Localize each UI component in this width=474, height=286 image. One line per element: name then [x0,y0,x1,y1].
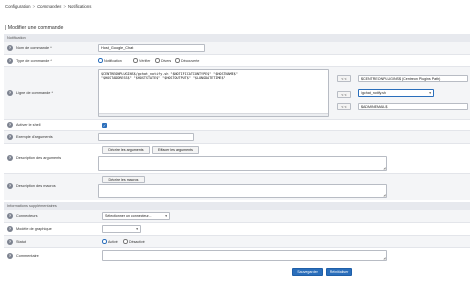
help-icon[interactable]: ? [7,226,13,232]
help-icon[interactable]: ? [7,134,13,140]
comment-label: Commentaire [16,253,39,258]
status-disabled-label: Désactivé [129,239,145,244]
type-misc-radio[interactable] [155,58,160,63]
type-notification-label: Notification [104,58,122,63]
breadcrumb-separator: > [63,4,66,9]
comment-row: ? Commentaire ◢ [4,248,470,263]
help-icon[interactable]: ? [7,45,13,51]
chevron-down-icon: ▾ [429,91,431,95]
macro-select-1[interactable]: $CENTREONPLUGINS$ (Centreon Plugins Path… [358,75,468,82]
breadcrumb-commands[interactable]: Commandes [37,4,61,9]
argument-description-row: ? Description des arguments Décrire les … [4,144,470,173]
help-icon[interactable]: ? [7,122,13,128]
insert-macro-button-3[interactable]: < < [337,103,351,110]
graph-template-select[interactable]: ▾ [102,225,141,233]
help-icon[interactable]: ? [7,183,13,189]
argument-example-row: ? Exemple d'arguments [4,131,470,143]
enable-shell-row: ? Activer le shell ✓ [4,120,470,130]
help-icon[interactable]: ? [7,238,13,245]
command-name-input[interactable]: Host_Google_Chat [98,44,205,52]
chevron-down-icon: ▾ [136,227,138,231]
enable-shell-label: Activer le shell [16,123,41,127]
graph-template-row: ? Modèle de graphique ▾ [4,223,470,235]
macro-description-row: ? Description des macros Décrire les mac… [4,174,470,200]
enable-shell-checkbox[interactable]: ✓ [102,122,107,128]
reset-button[interactable]: Réinitialiser [326,268,352,276]
command-line-text: $CENTREONPLUGINS$/gchat_notify.sh "$NOTI… [101,71,238,81]
clear-arguments-button[interactable]: Effacer les arguments [152,146,199,154]
connectors-select[interactable]: Sélectionner un connecteur... ▾ [102,212,170,220]
argument-example-label: Exemple d'arguments [16,135,53,139]
describe-macros-button[interactable]: Décrire les macros [102,176,145,183]
argument-description-label: Description des arguments [16,156,62,160]
breadcrumb-notifications[interactable]: Notifications [68,4,91,9]
command-type-row: ? Type de commande * Notification Vérifi… [4,55,470,66]
macro-select-1-value: $CENTREONPLUGINS$ (Centreon Plugins Path… [361,77,441,81]
connectors-select-value: Sélectionner un connecteur... [105,214,152,218]
describe-arguments-button[interactable]: Décrire les arguments [102,146,150,154]
resize-handle-icon[interactable]: ◢ [383,166,385,170]
resize-handle-icon[interactable]: ◢ [383,193,385,197]
textarea-scrollbar[interactable] [99,113,328,116]
command-line-textarea[interactable]: $CENTREONPLUGINS$/gchat_notify.sh "$NOTI… [98,69,329,117]
macro-description-textarea[interactable]: ◢ [98,184,387,198]
status-enabled-radio[interactable] [102,239,107,244]
breadcrumb-configuration[interactable]: Configuration [5,4,31,9]
insert-macro-button-1[interactable]: < < [337,75,351,82]
extra-info-section-header: Informations supplémentaires [4,202,470,210]
macro-select-3[interactable]: $ADMINEMAIL$ [358,103,468,110]
help-icon[interactable]: ? [7,213,13,219]
type-discovery-label: Découverte [181,58,200,63]
connectors-row: ? Connecteurs Sélectionner un connecteur… [4,210,470,222]
notification-section-header: Notification [4,34,470,42]
page-title: | Modifier une commande [5,25,64,31]
insert-macro-button-2[interactable]: < < [337,91,351,98]
macro-select-2-value: /gchat_notify.sh [361,91,386,95]
breadcrumb: Configuration > Commandes > Notifications [5,4,91,9]
connectors-label: Connecteurs [16,214,38,218]
command-line-row: ? Ligne de commande * $CENTREONPLUGINS$/… [4,67,470,119]
command-line-label: Ligne de commande * [16,91,53,95]
help-icon[interactable]: ? [7,252,13,259]
save-button[interactable]: Sauvegarder [292,268,323,276]
macro-description-label: Description des macros [16,184,56,188]
argument-description-textarea[interactable]: ◢ [98,156,387,171]
status-row: ? Statut Activé Désactivé [4,236,470,247]
required-marker: * [50,58,52,63]
type-notification-radio[interactable] [98,58,103,63]
comment-textarea[interactable]: ◢ [102,250,387,261]
command-name-label: Nom de commande * [16,46,52,50]
command-name-row: ? Nom de commande * Host_Google_Chat [4,42,470,54]
required-marker: * [50,46,52,50]
argument-example-input[interactable] [98,133,194,141]
chevron-down-icon: ▾ [165,214,167,218]
help-icon[interactable]: ? [7,155,13,161]
status-disabled-radio[interactable] [123,239,128,244]
help-icon[interactable]: ? [7,90,13,96]
resize-handle-icon[interactable]: ◢ [383,256,385,260]
breadcrumb-separator: > [32,4,36,9]
graph-template-label: Modèle de graphique [16,227,52,231]
help-icon[interactable]: ? [7,57,13,64]
command-type-label: Type de commande * [16,58,52,63]
type-check-radio[interactable] [133,58,138,63]
macro-select-2[interactable]: /gchat_notify.sh ▾ [358,89,434,97]
macro-select-3-value: $ADMINEMAIL$ [361,105,388,109]
type-check-label: Vérifier [139,58,151,63]
type-misc-label: Divers [161,58,172,63]
required-marker: * [51,91,53,95]
type-discovery-radio[interactable] [175,58,180,63]
status-label: Statut [16,239,26,244]
status-enabled-label: Activé [108,239,118,244]
